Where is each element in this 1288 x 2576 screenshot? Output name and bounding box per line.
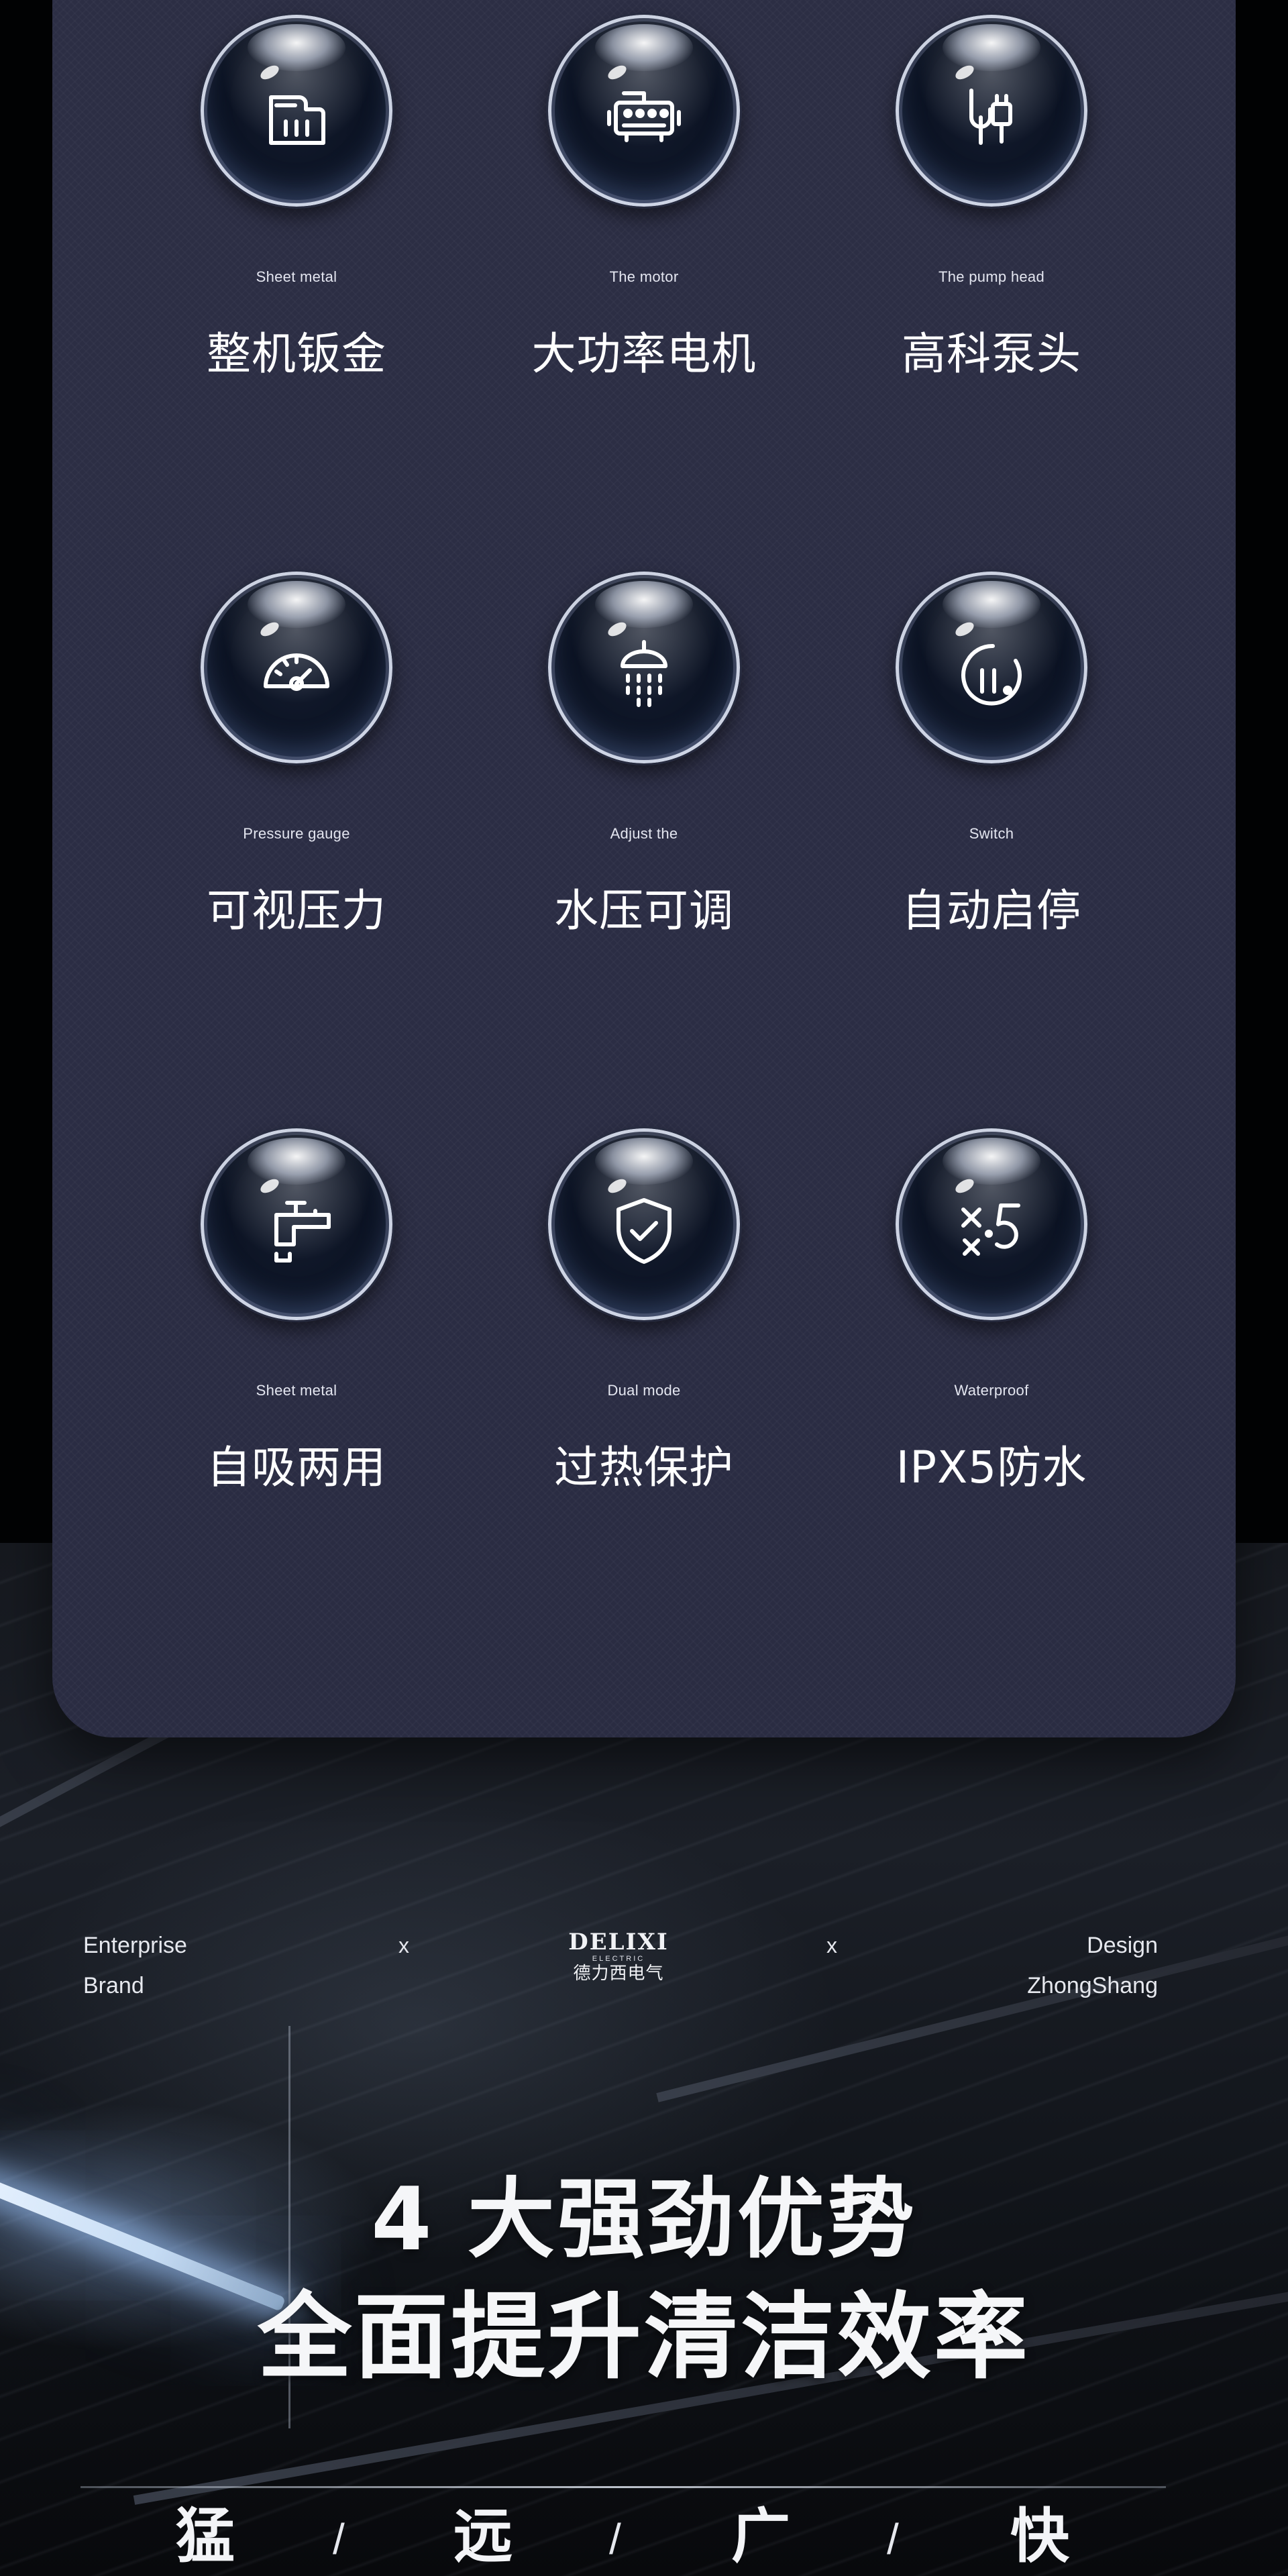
feature-item: The pump head 高科泵头 [818,0,1165,557]
ipx5-icon [951,1191,1032,1271]
feature-en-label: Dual mode [607,1382,681,1399]
brand-right-line2: ZhongShang [1027,1973,1158,1998]
feature-item: The motor 大功率电机 [470,0,818,557]
feature-en-label: Switch [969,825,1014,842]
orb-highlight [248,581,345,628]
feature-item: Pressure gauge 可视压力 [123,557,470,1114]
feature-cn-label: 自吸两用 [207,1442,386,1493]
icon-orb [201,572,392,763]
orb-highlight [943,24,1040,71]
keyword-separator: / [609,2515,621,2563]
feature-cn-label: 大功率电机 [531,328,757,380]
feature-cn-label: 整机钣金 [207,328,386,380]
sheet-metal-icon [256,77,337,158]
faucet-icon [256,1191,337,1271]
shield-check-icon [604,1191,684,1271]
icon-orb [896,572,1087,763]
orb-highlight [943,581,1040,628]
orb-highlight [595,24,693,71]
feature-cn-label: 可视压力 [207,885,386,936]
logo-subtitle: ELECTRIC [592,1955,645,1963]
feature-en-label: The motor [609,268,679,285]
features-card: Sheet metal 整机钣金 The motor 大功率电机 The pum… [52,0,1236,1737]
brand-right-line1: Design [1087,1933,1158,1958]
motor-icon [604,77,684,158]
feature-en-label: Sheet metal [256,268,337,285]
orb-highlight [248,24,345,71]
brand-left-line2: Brand [83,1973,144,1998]
feature-item: Dual mode 过热保护 [470,1114,818,1670]
bottom-keywords: 猛 / 远 / 广 / 快 [0,2497,1288,2576]
headline-line1: 4 大强劲优势 [371,2168,917,2270]
keyword: 猛 [176,2502,235,2571]
feature-cn-label: 自动启停 [902,885,1081,936]
shower-icon [604,634,684,714]
brand-left: Enterprise Brand [83,1925,187,2006]
feature-item: Switch 自动启停 [818,557,1165,1114]
divider [80,2486,1166,2488]
feature-item: Waterproof IPX5防水 [818,1114,1165,1670]
feature-cn-label: IPX5防水 [896,1442,1087,1493]
icon-orb [548,572,740,763]
icon-orb [896,15,1087,207]
icon-orb [201,1128,392,1320]
keyword: 广 [731,2502,791,2571]
keyword: 远 [453,2502,513,2571]
feature-en-label: Adjust the [610,825,678,842]
feature-item: Adjust the 水压可调 [470,557,818,1114]
feature-en-label: Sheet metal [256,1382,337,1399]
icon-orb [548,15,740,207]
keyword: 快 [1010,2502,1070,2571]
brand-row: Enterprise Brand x DELIXI ELECTRIC 德力西电气… [0,1925,1288,2006]
brand-separator: x [398,1933,409,1957]
headline-line2: 全面提升清洁效率 [257,2283,1030,2392]
orb-highlight [595,1138,693,1185]
feature-en-label: Pressure gauge [243,825,350,842]
icon-orb [896,1128,1087,1320]
orb-highlight [943,1138,1040,1185]
feature-cn-label: 水压可调 [554,885,734,936]
keyword-separator: / [333,2515,345,2563]
brand-right: Design ZhongShang [1027,1925,1158,2006]
feature-grid: Sheet metal 整机钣金 The motor 大功率电机 The pum… [52,0,1236,1670]
feature-item: Sheet metal 自吸两用 [123,1114,470,1670]
feature-en-label: The pump head [938,268,1044,285]
orb-highlight [248,1138,345,1185]
delixi-logo: DELIXI ELECTRIC 德力西电气 [558,1929,679,1984]
pump-head-icon [951,77,1032,158]
feature-item: Sheet metal 整机钣金 [123,0,470,557]
feature-en-label: Waterproof [954,1382,1029,1399]
feature-cn-label: 过热保护 [554,1442,734,1493]
pressure-gauge-icon [256,634,337,714]
feature-cn-label: 高科泵头 [902,328,1081,380]
logo-wordmark: DELIXI [568,1929,669,1955]
page: Sheet metal 整机钣金 The motor 大功率电机 The pum… [0,0,1288,2576]
icon-orb [201,15,392,207]
brand-separator: x [826,1933,837,1957]
keyword-separator: / [887,2515,899,2563]
orb-highlight [595,581,693,628]
logo-chinese: 德力西电气 [573,1964,664,1984]
icon-orb [548,1128,740,1320]
switch-icon [951,634,1032,714]
brand-left-line1: Enterprise [83,1933,187,1958]
